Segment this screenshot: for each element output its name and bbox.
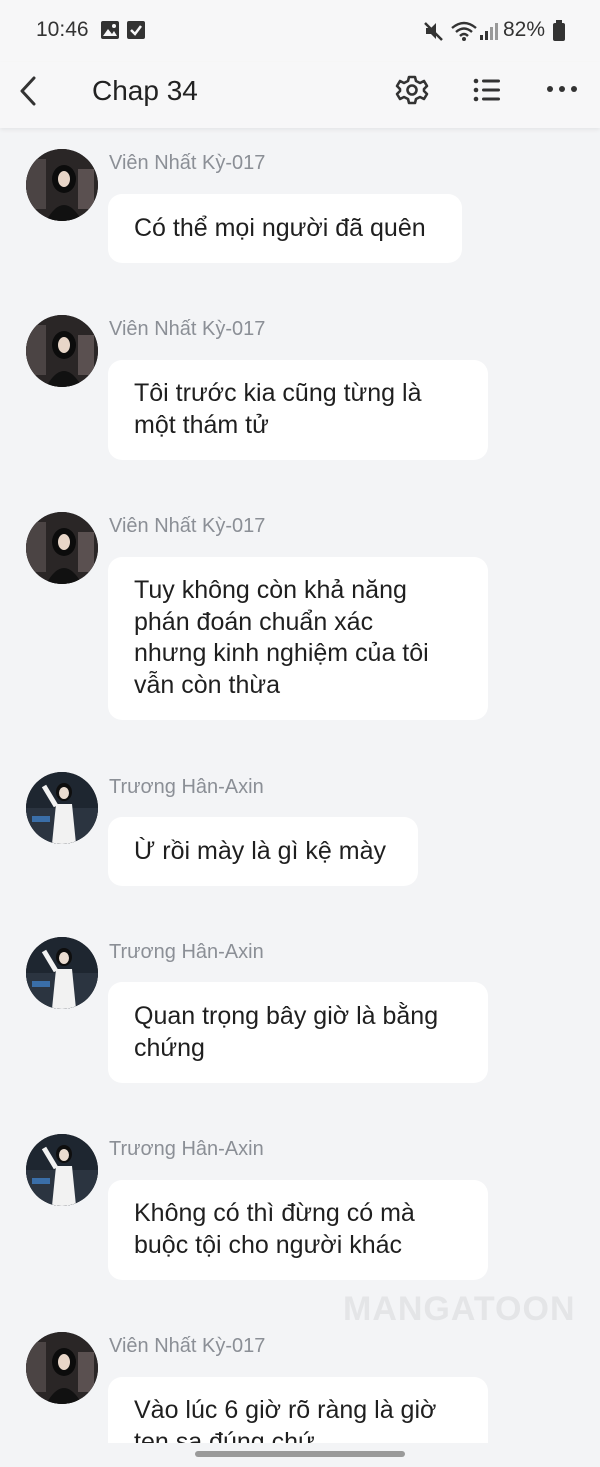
sender-name: Trương Hân-Axin xyxy=(109,1138,264,1160)
avatar[interactable] xyxy=(26,937,98,1009)
sender-name: Viên Nhất Kỳ-017 xyxy=(109,318,266,340)
message-bubble[interactable]: Không có thì đừng có mà buộc tội cho ngư… xyxy=(108,1180,488,1280)
message-text: Không có thì đừng có mà buộc tội cho ngư… xyxy=(134,1199,415,1259)
message-text: Tôi trước kia cũng từng là một thám tử xyxy=(134,379,422,439)
more-button[interactable] xyxy=(542,72,582,112)
message-text: Có thể mọi người đã quên xyxy=(134,214,426,242)
message-text: Ừ rồi mày là gì kệ mày xyxy=(134,837,386,865)
checkbox-icon xyxy=(127,21,145,39)
avatar[interactable] xyxy=(26,1134,98,1206)
back-button[interactable] xyxy=(12,72,48,112)
sender-name: Viên Nhất Kỳ-017 xyxy=(109,1335,266,1357)
mute-icon xyxy=(424,22,443,41)
avatar[interactable] xyxy=(26,772,98,844)
status-bar: 10:46 82% xyxy=(0,0,600,62)
avatar-image xyxy=(26,512,98,584)
signal-icon xyxy=(480,23,498,40)
sender-name: Trương Hân-Axin xyxy=(109,941,264,963)
sender-name: Viên Nhất Kỳ-017 xyxy=(109,515,266,537)
avatar-image xyxy=(26,149,98,221)
avatar[interactable] xyxy=(26,1332,98,1404)
message-text: Quan trọng bây giờ là bằng chứng xyxy=(134,1002,439,1062)
message-bubble[interactable]: Tôi trước kia cũng từng là một thám tử xyxy=(108,360,488,460)
more-icon xyxy=(547,86,577,92)
avatar-image xyxy=(26,1134,98,1206)
message-bubble[interactable]: Quan trọng bây giờ là bằng chứng xyxy=(108,982,488,1083)
page-title: Chap 34 xyxy=(92,75,198,106)
wifi-icon xyxy=(451,21,477,41)
avatar-image xyxy=(26,937,98,1009)
image-icon xyxy=(101,21,119,39)
chapter-header: Chap 34 xyxy=(0,62,600,128)
status-time: 10:46 xyxy=(36,18,89,41)
message-bubble[interactable]: Tuy không còn khả năng phán đoán chuẩn x… xyxy=(108,557,488,720)
sender-name: Viên Nhất Kỳ-017 xyxy=(109,152,266,174)
message-text: Tuy không còn khả năng phán đoán chuẩn x… xyxy=(134,576,429,699)
watermark: MANGATOON xyxy=(343,1290,576,1328)
home-indicator[interactable] xyxy=(195,1451,405,1457)
message-text: Vào lúc 6 giờ rõ ràng là giờ ten sa đúng… xyxy=(134,1396,437,1443)
avatar[interactable] xyxy=(26,512,98,584)
avatar-image xyxy=(26,315,98,387)
sender-name: Trương Hân-Axin xyxy=(109,776,264,798)
chapter-list-button[interactable] xyxy=(467,72,507,112)
back-icon xyxy=(20,76,36,106)
battery-percent: 82% xyxy=(503,18,546,41)
message-bubble[interactable]: Ừ rồi mày là gì kệ mày xyxy=(108,817,418,886)
battery-icon xyxy=(553,20,565,41)
avatar-image xyxy=(26,1332,98,1404)
message-bubble[interactable]: Có thể mọi người đã quên xyxy=(108,194,462,263)
avatar[interactable] xyxy=(26,315,98,387)
avatar-image xyxy=(26,772,98,844)
list-icon xyxy=(473,78,500,102)
message-bubble[interactable]: Vào lúc 6 giờ rõ ràng là giờ ten sa đúng… xyxy=(108,1377,488,1443)
chat-message: Viên Nhất Kỳ-017 Vào lúc 6 giờ rõ ràng l… xyxy=(0,1331,600,1443)
settings-icon xyxy=(395,75,429,105)
settings-button[interactable] xyxy=(392,72,432,112)
avatar[interactable] xyxy=(26,149,98,221)
